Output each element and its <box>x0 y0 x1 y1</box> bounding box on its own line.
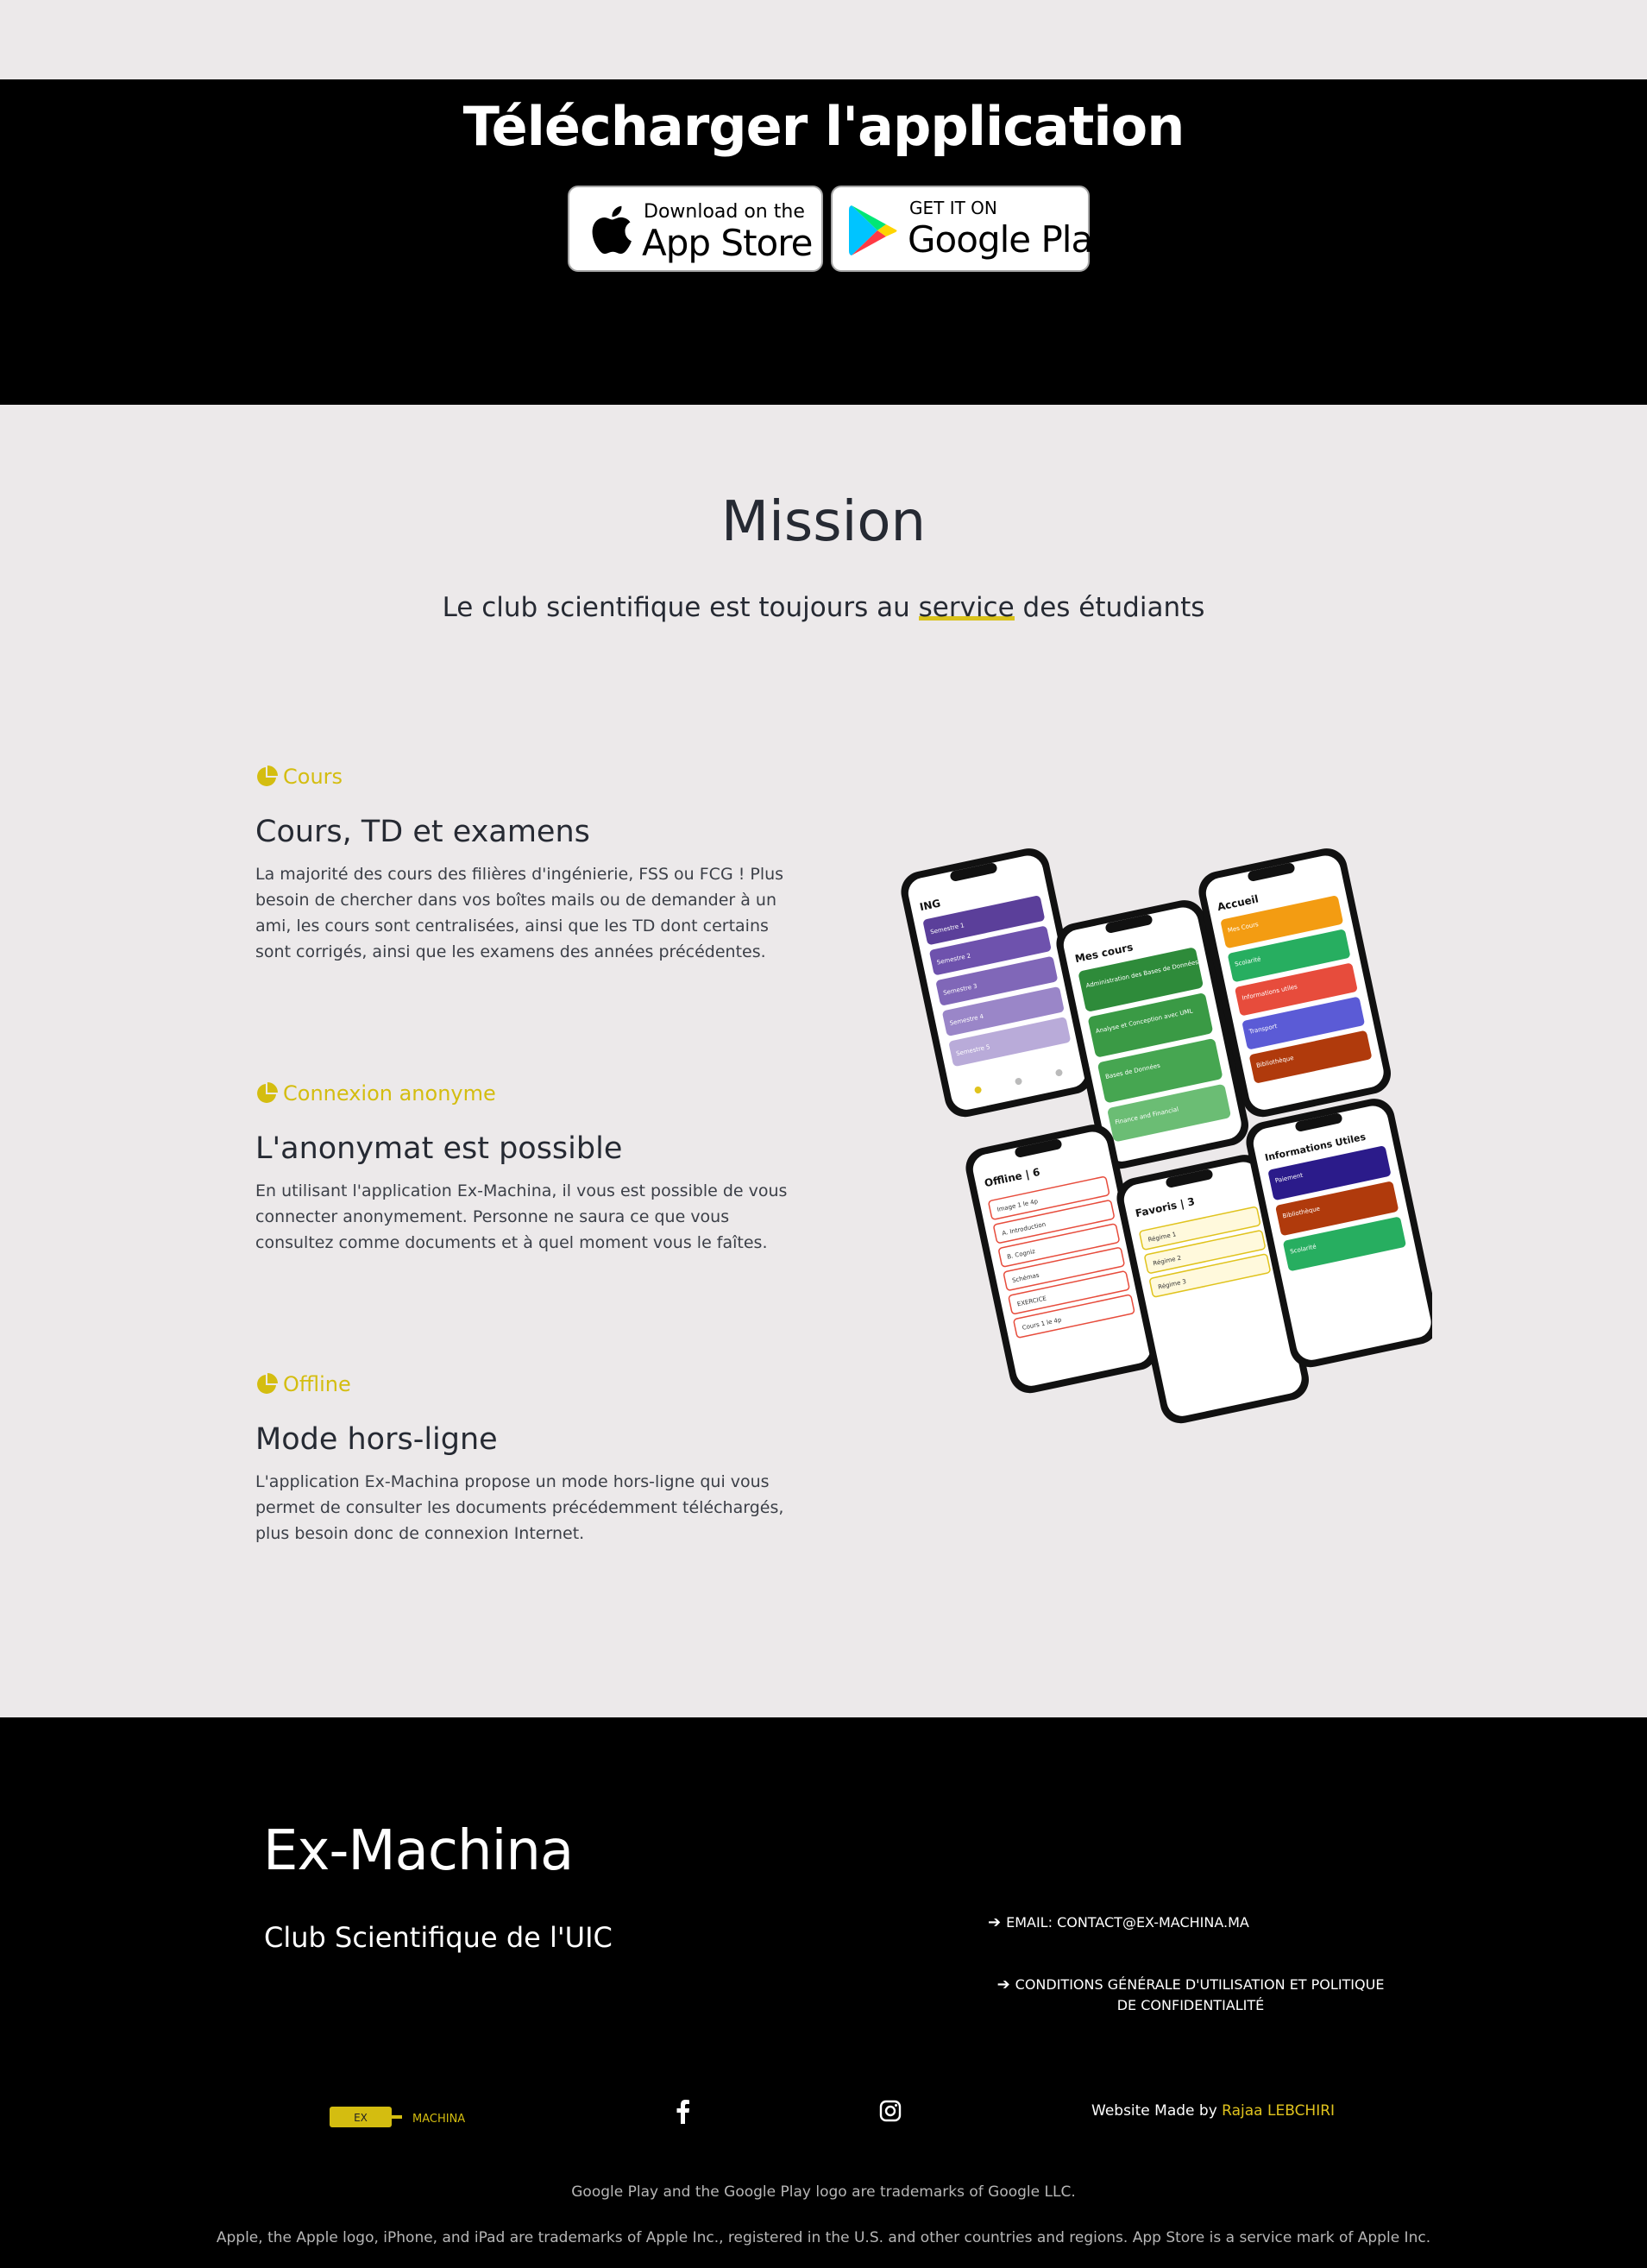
terms-link[interactable]: ➔ CONDITIONS GÉNÉRALE D'UTILISATION ET PO… <box>992 1975 1389 2016</box>
feature-title: Mode hors-ligne <box>255 1422 498 1457</box>
pie-chart-icon <box>257 1373 278 1394</box>
feature-title: L'anonymat est possible <box>255 1131 623 1166</box>
arrow-right-icon: ➔ <box>996 1975 1010 1994</box>
author-link[interactable]: Rajaa LEBCHIRI <box>1222 2102 1335 2120</box>
feature-tag: Offline <box>255 1370 808 1398</box>
logo-right-text: MACHINA <box>412 2113 465 2126</box>
logo-left-text: EX <box>354 2112 368 2124</box>
feature-offline: Offline Mode hors-ligne L'application Ex… <box>255 1370 808 1547</box>
feature-anonymous: Connexion anonyme L'anonymat est possibl… <box>255 1080 808 1256</box>
apple-trademark-notice: Apple, the Apple logo, iPhone, and iPad … <box>216 2229 1431 2246</box>
google-play-big-text: Google Play <box>908 218 1114 261</box>
feature-tag-label: Offline <box>283 1372 351 1396</box>
instagram-icon[interactable] <box>879 2100 902 2122</box>
footer-subtitle: Club Scientifique de l'UIC <box>264 1921 613 1954</box>
pie-chart-icon <box>257 765 278 786</box>
app-store-small-text: Download on the <box>644 201 805 223</box>
feature-text: En utilisant l'application Ex-Machina, i… <box>255 1181 788 1252</box>
google-play-small-text: GET IT ON <box>909 198 997 218</box>
footer-brand: Ex-Machina <box>263 1819 574 1883</box>
pie-chart-icon <box>257 1082 278 1103</box>
facebook-icon[interactable] <box>674 2098 691 2124</box>
google-play-button[interactable]: GET IT ON Google Play <box>831 186 1114 272</box>
feature-tag-label: Connexion anonyme <box>283 1081 496 1106</box>
email-link[interactable]: ➔ EMAIL: CONTACT@EX-MACHINA.MA <box>988 1912 1249 1933</box>
email-link-label: EMAIL: CONTACT@EX-MACHINA.MA <box>1006 1914 1249 1931</box>
feature-text: La majorité des cours des filières d'ing… <box>255 865 784 961</box>
terms-link-label: CONDITIONS GÉNÉRALE D'UTILISATION ET POL… <box>1015 1976 1385 2013</box>
feature-tag-label: Cours <box>283 765 343 789</box>
apple-icon <box>592 205 632 255</box>
app-store-big-text: App Store <box>642 222 813 264</box>
credits: Website Made by Rajaa LEBCHIRI <box>1091 2102 1335 2120</box>
arrow-right-icon: ➔ <box>988 1913 1002 1931</box>
feature-tag: Cours <box>255 763 808 791</box>
google-play-icon <box>849 205 897 255</box>
app-store-button[interactable]: Download on the App Store <box>568 186 823 272</box>
mission-title: Mission <box>720 490 927 554</box>
app-screenshots-image: ING Semestre 1 Semestre 2 Semestre 3 Sem… <box>901 848 1432 1424</box>
ex-machina-logo: EX MACHINA <box>330 2107 465 2127</box>
feature-text: L'application Ex-Machina propose un mode… <box>255 1472 784 1543</box>
google-trademark-notice: Google Play and the Google Play logo are… <box>571 2183 1076 2201</box>
feature-courses: Cours Cours, TD et examens La majorité d… <box>255 763 808 965</box>
mission-subtitle: Le club scientifique est toujours au ser… <box>0 592 1647 623</box>
mission-subtitle-highlight: service <box>918 592 1015 623</box>
feature-tag: Connexion anonyme <box>255 1080 808 1107</box>
mission-subtitle-end: des étudiants <box>1014 592 1205 623</box>
feature-title: Cours, TD et examens <box>255 815 590 849</box>
credits-prefix: Website Made by <box>1091 2102 1223 2120</box>
mission-subtitle-start: Le club scientifique est toujours au <box>442 592 919 623</box>
download-title: Télécharger l'application <box>462 95 1185 158</box>
